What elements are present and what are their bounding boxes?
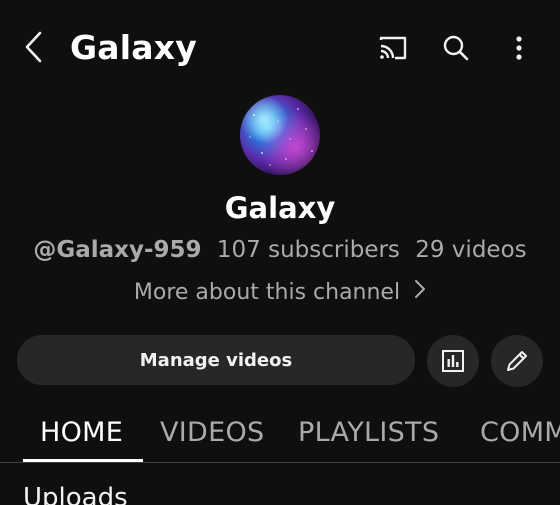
video-count: 29 videos: [415, 237, 527, 263]
uploads-section-title: Uploads: [23, 483, 128, 505]
channel-handle: @Galaxy-959: [33, 237, 202, 263]
more-options-button[interactable]: [497, 26, 541, 70]
channel-meta: @Galaxy-959 107 subscribers 29 videos: [0, 232, 560, 268]
edit-pencil-icon: [507, 351, 527, 371]
more-vert-icon: [516, 36, 522, 60]
cast-button[interactable]: [371, 26, 415, 70]
tab-videos[interactable]: VIDEOS: [160, 405, 264, 461]
edit-channel-button[interactable]: [491, 335, 543, 387]
back-arrow-icon: [25, 31, 42, 63]
chevron-right-icon: [414, 276, 426, 310]
back-button[interactable]: [14, 27, 54, 67]
tabs-divider: [0, 462, 560, 463]
cast-icon: [379, 36, 407, 60]
more-about-link[interactable]: More about this channel: [0, 276, 560, 310]
manage-videos-button[interactable]: Manage videos: [17, 335, 415, 385]
top-app-bar: Galaxy: [0, 0, 560, 96]
search-icon: [443, 35, 469, 61]
galaxy-avatar-image: [240, 95, 320, 175]
channel-name: Galaxy: [224, 191, 336, 225]
page-title: Galaxy: [70, 28, 197, 67]
search-button[interactable]: [434, 26, 478, 70]
subscriber-count: 107 subscribers: [216, 237, 400, 263]
tab-playlists[interactable]: PLAYLISTS: [298, 405, 439, 461]
more-about-label: More about this channel: [133, 280, 401, 305]
channel-page: Galaxy Galaxy @Galaxy-959 107 subscriber…: [0, 0, 560, 505]
analytics-icon: [442, 350, 464, 372]
channel-avatar[interactable]: [240, 95, 320, 175]
tab-community[interactable]: COMM: [480, 405, 560, 461]
channel-tabs: HOME VIDEOS PLAYLISTS COMM: [0, 405, 560, 463]
tab-home[interactable]: HOME: [40, 405, 123, 461]
analytics-button[interactable]: [427, 335, 479, 387]
